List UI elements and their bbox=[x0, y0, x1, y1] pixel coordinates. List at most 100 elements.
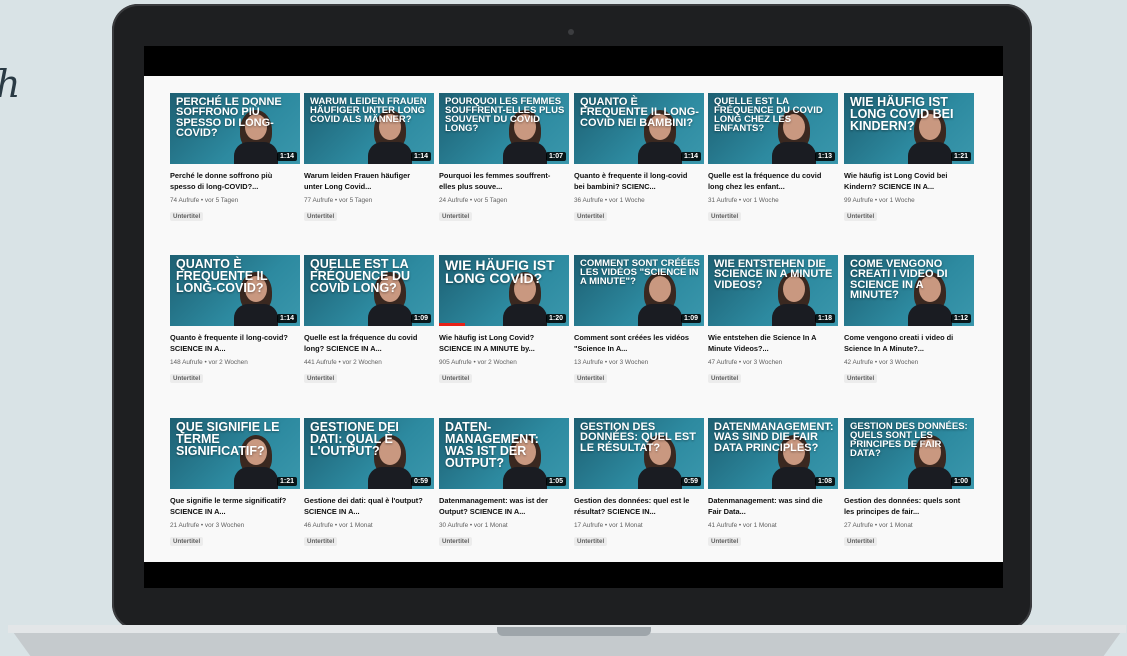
video-card[interactable]: PERCHÉ LE DONNE SOFFRONO PIÙ SPESSO DI L… bbox=[170, 93, 300, 223]
video-card[interactable]: QUANTO È FREQUENTE IL LONG-COVID? 1:14 Qua… bbox=[170, 255, 300, 385]
thumbnail-caption: QUELLE EST LA FRÉQUENCE DU COVID LONG CH… bbox=[714, 96, 823, 135]
video-thumbnail[interactable]: GESTION DES DONNÉES: QUELS SONT LES PRIN… bbox=[844, 418, 974, 489]
video-title[interactable]: Wie häufig ist Long Covid bei Kindern? S… bbox=[844, 170, 964, 192]
video-card[interactable]: WIE ENTSTEHEN DIE SCIENCE IN A MINUTE VI… bbox=[708, 255, 838, 385]
video-thumbnail[interactable]: POURQUOI LES FEMMES SOUFFRENT-ELLES PLUS… bbox=[439, 93, 569, 164]
thumbnail-caption: QUANTO È FREQUENTE IL LONG-COVID NEI BAM… bbox=[580, 96, 699, 129]
subtitle-badge: Untertitel bbox=[439, 537, 473, 546]
thumbnail-caption: WIE ENTSTEHEN DIE SCIENCE IN A MINUTE VI… bbox=[714, 258, 833, 291]
video-meta: 905 Aufrufe • vor 2 Wochen bbox=[439, 359, 517, 366]
subtitle-badge: Untertitel bbox=[844, 374, 878, 383]
video-card[interactable]: QUANTO È FREQUENTE IL LONG-COVID NEI BAM… bbox=[574, 93, 704, 223]
duration-badge: 1:14 bbox=[410, 152, 431, 161]
video-title[interactable]: Gestion des données: quels sont les prin… bbox=[844, 495, 964, 517]
video-card[interactable]: GESTIONE DEI DATI: QUAL È L'OUTPUT? 0:59 G… bbox=[304, 418, 434, 548]
video-card[interactable]: WIE HÄUFIG IST LONG COVID? 1:20 Wie häufig… bbox=[439, 255, 569, 385]
thumbnail-caption: WARUM LEIDEN FRAUEN HÄUFIGER UNTER LONG … bbox=[310, 96, 427, 126]
video-thumbnail[interactable]: GESTION DES DONNÉES: QUEL EST LE RÉSULTA… bbox=[574, 418, 704, 489]
video-title[interactable]: Quanto è frequente il long-covid bei bam… bbox=[574, 170, 694, 192]
video-card[interactable]: QUELLE EST LA FRÉQUENCE DU COVID LONG CH… bbox=[708, 93, 838, 223]
subtitle-badge: Untertitel bbox=[844, 537, 878, 546]
video-meta: 46 Aufrufe • vor 1 Monat bbox=[304, 522, 373, 529]
thumbnail-caption: PERCHÉ LE DONNE SOFFRONO PIÙ SPESSO DI L… bbox=[176, 96, 282, 140]
video-thumbnail[interactable]: DATENMANAGEMENT: WAS SIND DIE FAIR DATA … bbox=[708, 418, 838, 489]
video-card[interactable]: POURQUOI LES FEMMES SOUFFRENT-ELLES PLUS… bbox=[439, 93, 569, 223]
video-thumbnail[interactable]: GESTIONE DEI DATI: QUAL È L'OUTPUT? 0:59 bbox=[304, 418, 434, 489]
subtitle-badge: Untertitel bbox=[574, 537, 608, 546]
video-card[interactable]: QUELLE EST LA FRÉQUENCE DU COVID LONG? 1:… bbox=[304, 255, 434, 385]
video-thumbnail[interactable]: WIE HÄUFIG IST LONG COVID BEI KINDERN? 1:… bbox=[844, 93, 974, 164]
video-title[interactable]: Que signifie le terme significatif? SCIE… bbox=[170, 495, 290, 517]
video-title[interactable]: Come vengono creati i video di Science I… bbox=[844, 332, 964, 354]
video-meta: 41 Aufrufe • vor 1 Monat bbox=[708, 522, 777, 529]
video-thumbnail[interactable]: WARUM LEIDEN FRAUEN HÄUFIGER UNTER LONG … bbox=[304, 93, 434, 164]
thumbnail-caption: QUE SIGNIFIE LE TERME SIGNIFICATIF? bbox=[176, 420, 280, 458]
webcam-icon bbox=[568, 29, 574, 35]
subtitle-badge: Untertitel bbox=[170, 374, 204, 383]
video-title[interactable]: Quelle est la fréquence du covid long ch… bbox=[708, 170, 828, 192]
video-thumbnail[interactable]: PERCHÉ LE DONNE SOFFRONO PIÙ SPESSO DI L… bbox=[170, 93, 300, 164]
video-title[interactable]: Gestione dei dati: qual è l'output? SCIE… bbox=[304, 495, 424, 517]
video-card[interactable]: COME VENGONO CREATI I VIDEO DI SCIENCE I… bbox=[844, 255, 974, 385]
video-thumbnail[interactable]: QUE SIGNIFIE LE TERME SIGNIFICATIF? 1:21 bbox=[170, 418, 300, 489]
laptop-screen: PERCHÉ LE DONNE SOFFRONO PIÙ SPESSO DI L… bbox=[144, 46, 1003, 588]
video-title[interactable]: Wie häufig ist Long Covid? SCIENCE IN A … bbox=[439, 332, 559, 354]
video-thumbnail[interactable]: QUELLE EST LA FRÉQUENCE DU COVID LONG? 1:… bbox=[304, 255, 434, 326]
duration-badge: 1:07 bbox=[545, 152, 566, 161]
video-meta: 74 Aufrufe • vor 5 Tagen bbox=[170, 197, 239, 204]
video-title[interactable]: Warum leiden Frauen häufiger unter Long … bbox=[304, 170, 424, 192]
video-meta: 47 Aufrufe • vor 3 Wochen bbox=[708, 359, 783, 366]
video-thumbnail[interactable]: QUELLE EST LA FRÉQUENCE DU COVID LONG CH… bbox=[708, 93, 838, 164]
thumbnail-caption: GESTION DES DONNÉES: QUELS SONT LES PRIN… bbox=[850, 421, 968, 460]
subtitle-badge: Untertitel bbox=[574, 374, 608, 383]
video-card[interactable]: DATEN-MANAGEMENT: WAS IST DER OUTPUT? 1:0… bbox=[439, 418, 569, 548]
subtitle-badge: Untertitel bbox=[439, 212, 473, 221]
video-title[interactable]: Perché le donne soffrono più spesso di l… bbox=[170, 170, 290, 192]
thumbnail-caption: GESTION DES DONNÉES: QUEL EST LE RÉSULTA… bbox=[580, 421, 696, 454]
video-meta: 99 Aufrufe • vor 1 Woche bbox=[844, 197, 915, 204]
duration-badge: 0:59 bbox=[410, 477, 431, 486]
duration-badge: 1:08 bbox=[814, 477, 835, 486]
thumbnail-caption: DATEN-MANAGEMENT: WAS IST DER OUTPUT? bbox=[445, 420, 539, 470]
video-title[interactable]: Quanto è frequente il long-covid? SCIENC… bbox=[170, 332, 290, 354]
video-card[interactable]: GESTION DES DONNÉES: QUEL EST LE RÉSULTA… bbox=[574, 418, 704, 548]
video-thumbnail[interactable]: WIE HÄUFIG IST LONG COVID? 1:20 bbox=[439, 255, 569, 326]
video-card[interactable]: WIE HÄUFIG IST LONG COVID BEI KINDERN? 1:… bbox=[844, 93, 974, 223]
video-title[interactable]: Pourquoi les femmes souffrent-elles plus… bbox=[439, 170, 559, 192]
video-meta: 17 Aufrufe • vor 1 Monat bbox=[574, 522, 643, 529]
video-title[interactable]: Datenmanagement: was sind die Fair Data.… bbox=[708, 495, 828, 517]
video-card[interactable]: WARUM LEIDEN FRAUEN HÄUFIGER UNTER LONG … bbox=[304, 93, 434, 223]
video-title[interactable]: Comment sont créées les vidéos "Science … bbox=[574, 332, 694, 354]
thumbnail-caption: DATENMANAGEMENT: WAS SIND DIE FAIR DATA … bbox=[714, 421, 834, 454]
thumbnail-caption: GESTIONE DEI DATI: QUAL È L'OUTPUT? bbox=[310, 420, 399, 458]
subtitle-badge: Untertitel bbox=[708, 212, 742, 221]
video-thumbnail[interactable]: WIE ENTSTEHEN DIE SCIENCE IN A MINUTE VI… bbox=[708, 255, 838, 326]
video-card[interactable]: QUE SIGNIFIE LE TERME SIGNIFICATIF? 1:21 Q… bbox=[170, 418, 300, 548]
subtitle-badge: Untertitel bbox=[708, 537, 742, 546]
video-thumbnail[interactable]: DATEN-MANAGEMENT: WAS IST DER OUTPUT? 1:0… bbox=[439, 418, 569, 489]
duration-badge: 1:14 bbox=[276, 314, 297, 323]
video-card[interactable]: COMMENT SONT CRÉÉES LES VIDÉOS "SCIENCE … bbox=[574, 255, 704, 385]
video-title[interactable]: Gestion des données: quel est le résulta… bbox=[574, 495, 694, 517]
subtitle-badge: Untertitel bbox=[304, 374, 338, 383]
video-thumbnail[interactable]: COME VENGONO CREATI I VIDEO DI SCIENCE I… bbox=[844, 255, 974, 326]
video-title[interactable]: Wie entstehen die Science In A Minute Vi… bbox=[708, 332, 828, 354]
duration-badge: 1:05 bbox=[545, 477, 566, 486]
subtitle-badge: Untertitel bbox=[844, 212, 878, 221]
subtitle-badge: Untertitel bbox=[439, 374, 473, 383]
duration-badge: 1:09 bbox=[410, 314, 431, 323]
video-thumbnail[interactable]: QUANTO È FREQUENTE IL LONG-COVID? 1:14 bbox=[170, 255, 300, 326]
watch-progress-bar bbox=[439, 323, 465, 326]
video-card[interactable]: DATENMANAGEMENT: WAS SIND DIE FAIR DATA … bbox=[708, 418, 838, 548]
video-meta: 13 Aufrufe • vor 3 Wochen bbox=[574, 359, 649, 366]
duration-badge: 0:59 bbox=[680, 477, 701, 486]
video-thumbnail[interactable]: COMMENT SONT CRÉÉES LES VIDÉOS "SCIENCE … bbox=[574, 255, 704, 326]
thumbnail-caption: POURQUOI LES FEMMES SOUFFRENT-ELLES PLUS… bbox=[445, 96, 565, 135]
video-title[interactable]: Datenmanagement: was ist der Output? SCI… bbox=[439, 495, 559, 517]
duration-badge: 1:21 bbox=[950, 152, 971, 161]
duration-badge: 1:13 bbox=[814, 152, 835, 161]
video-thumbnail[interactable]: QUANTO È FREQUENTE IL LONG-COVID NEI BAM… bbox=[574, 93, 704, 164]
video-meta: 77 Aufrufe • vor 5 Tagen bbox=[304, 197, 373, 204]
video-title[interactable]: Quelle est la fréquence du covid long? S… bbox=[304, 332, 424, 354]
video-card[interactable]: GESTION DES DONNÉES: QUELS SONT LES PRIN… bbox=[844, 418, 974, 548]
